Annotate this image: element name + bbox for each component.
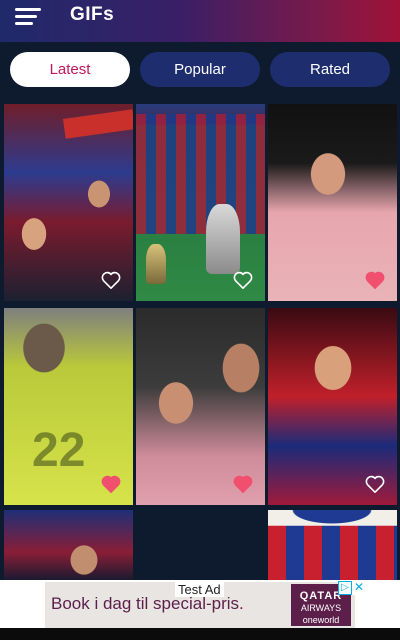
page-title: GIFs bbox=[70, 4, 115, 25]
hamburger-icon[interactable] bbox=[15, 8, 41, 26]
ad-info-icon[interactable]: ▷ bbox=[338, 581, 352, 595]
ad-alliance: oneworld bbox=[302, 615, 340, 625]
gif-thumbnail-empty bbox=[136, 510, 265, 580]
tab-latest[interactable]: Latest bbox=[10, 52, 130, 87]
system-bottom-bar bbox=[0, 628, 400, 640]
ad-label: Test Ad bbox=[175, 582, 224, 597]
heart-filled-icon[interactable] bbox=[233, 475, 253, 493]
tab-popular[interactable]: Popular bbox=[140, 52, 260, 87]
app-bar: GIFs bbox=[0, 0, 400, 42]
gif-thumbnail[interactable] bbox=[268, 308, 397, 505]
heart-outline-icon[interactable] bbox=[365, 475, 385, 493]
tab-rated[interactable]: Rated bbox=[270, 52, 390, 87]
ad-brand-sub: AIRWAYS bbox=[300, 603, 342, 613]
ad-close-icon[interactable]: ✕ bbox=[352, 581, 366, 595]
gif-thumbnail[interactable] bbox=[136, 104, 265, 301]
gif-thumbnail[interactable] bbox=[268, 104, 397, 301]
gif-grid: 22 bbox=[0, 98, 400, 580]
gif-thumbnail[interactable] bbox=[136, 308, 265, 505]
tab-bar: Latest Popular Rated bbox=[0, 42, 400, 98]
heart-outline-icon[interactable] bbox=[101, 271, 121, 289]
gif-thumbnail[interactable] bbox=[4, 104, 133, 301]
ad-headline: Book i dag til special-pris. bbox=[51, 594, 244, 613]
heart-filled-icon[interactable] bbox=[365, 271, 385, 289]
gif-thumbnail[interactable] bbox=[4, 510, 133, 580]
gif-thumbnail[interactable] bbox=[268, 510, 397, 580]
heart-filled-icon[interactable] bbox=[101, 475, 121, 493]
heart-outline-icon[interactable] bbox=[233, 271, 253, 289]
gif-thumbnail[interactable]: 22 bbox=[4, 308, 133, 505]
